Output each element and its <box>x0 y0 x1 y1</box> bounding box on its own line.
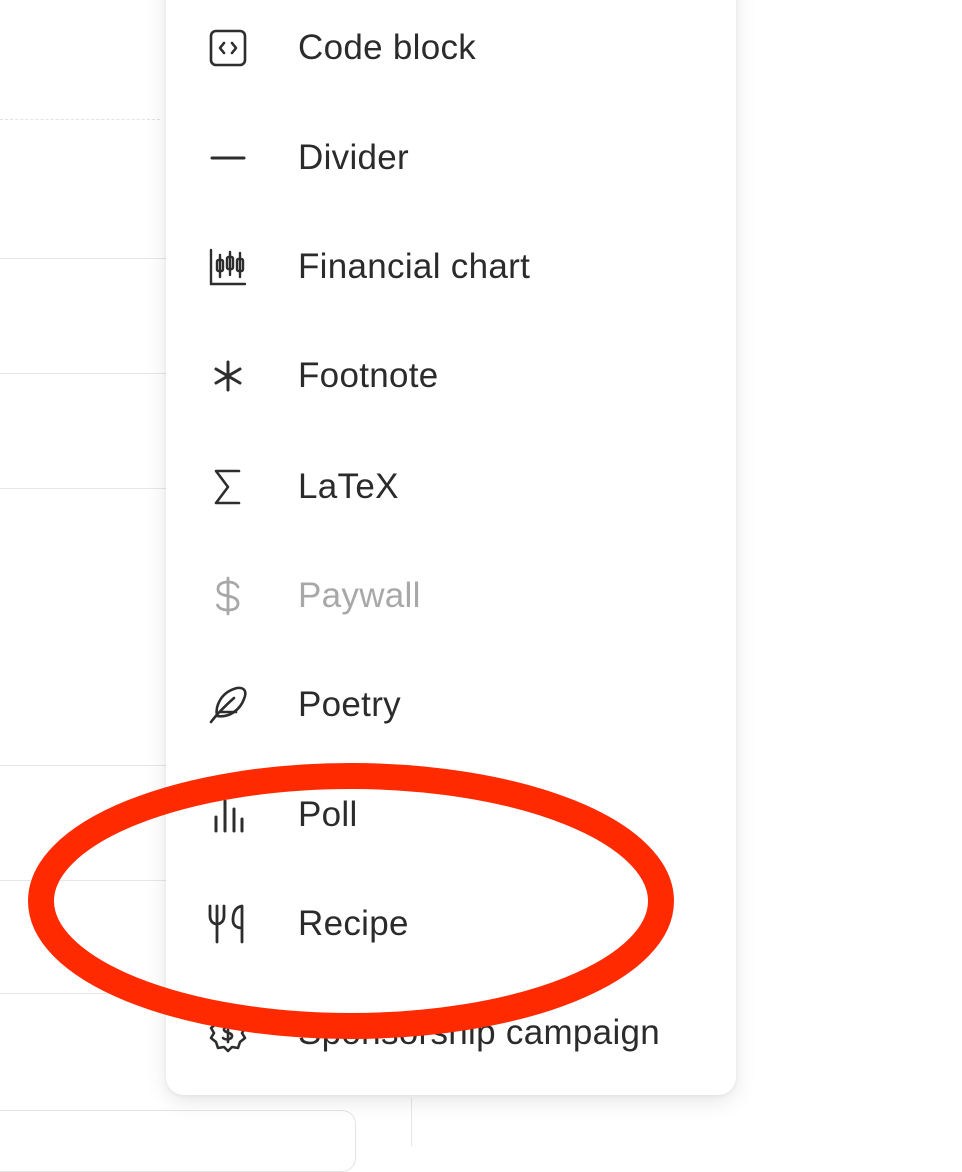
menu-item-latex[interactable]: LaTeX <box>166 451 736 523</box>
code-block-icon <box>204 29 252 67</box>
divider-icon <box>204 140 252 176</box>
background-card <box>0 1110 356 1172</box>
menu-item-sponsorship-campaign[interactable]: Sponsorship campaign <box>166 997 736 1069</box>
menu-item-paywall[interactable]: Paywall <box>166 560 736 632</box>
menu-item-label: Footnote <box>298 356 439 395</box>
background-divider <box>0 488 166 489</box>
dollar-icon <box>204 576 252 616</box>
background-divider <box>0 373 166 374</box>
background-divider <box>0 993 166 994</box>
background-divider <box>0 258 166 259</box>
menu-item-footnote[interactable]: Footnote <box>166 340 736 412</box>
menu-item-poll[interactable]: Poll <box>166 779 736 851</box>
menu-item-financial-chart[interactable]: Financial chart <box>166 231 736 303</box>
background-divider <box>0 765 166 766</box>
insert-menu: Code block Divider Financial chart Footn… <box>166 0 736 1095</box>
menu-item-label: Divider <box>298 138 410 177</box>
menu-item-poetry[interactable]: Poetry <box>166 669 736 741</box>
asterisk-icon <box>204 358 252 394</box>
menu-item-recipe[interactable]: Recipe <box>166 888 736 960</box>
menu-item-label: LaTeX <box>298 467 399 506</box>
badge-dollar-icon <box>204 1013 252 1053</box>
menu-item-label: Financial chart <box>298 247 531 286</box>
background-divider <box>0 880 166 881</box>
menu-item-label: Poetry <box>298 685 401 724</box>
feather-icon <box>204 686 252 724</box>
fork-knife-icon <box>204 904 252 944</box>
menu-item-label: Sponsorship campaign <box>298 1013 661 1052</box>
menu-item-label: Code block <box>298 28 477 67</box>
sigma-icon <box>204 469 252 505</box>
background-panel-edge <box>411 1098 412 1146</box>
background-dashed-line <box>0 119 160 120</box>
financial-chart-icon <box>204 248 252 286</box>
menu-item-label: Paywall <box>298 576 421 615</box>
menu-item-divider[interactable]: Divider <box>166 122 736 194</box>
menu-item-label: Poll <box>298 795 358 834</box>
menu-item-label: Recipe <box>298 904 409 943</box>
bar-chart-icon <box>204 797 252 833</box>
menu-item-code-block[interactable]: Code block <box>166 12 736 84</box>
